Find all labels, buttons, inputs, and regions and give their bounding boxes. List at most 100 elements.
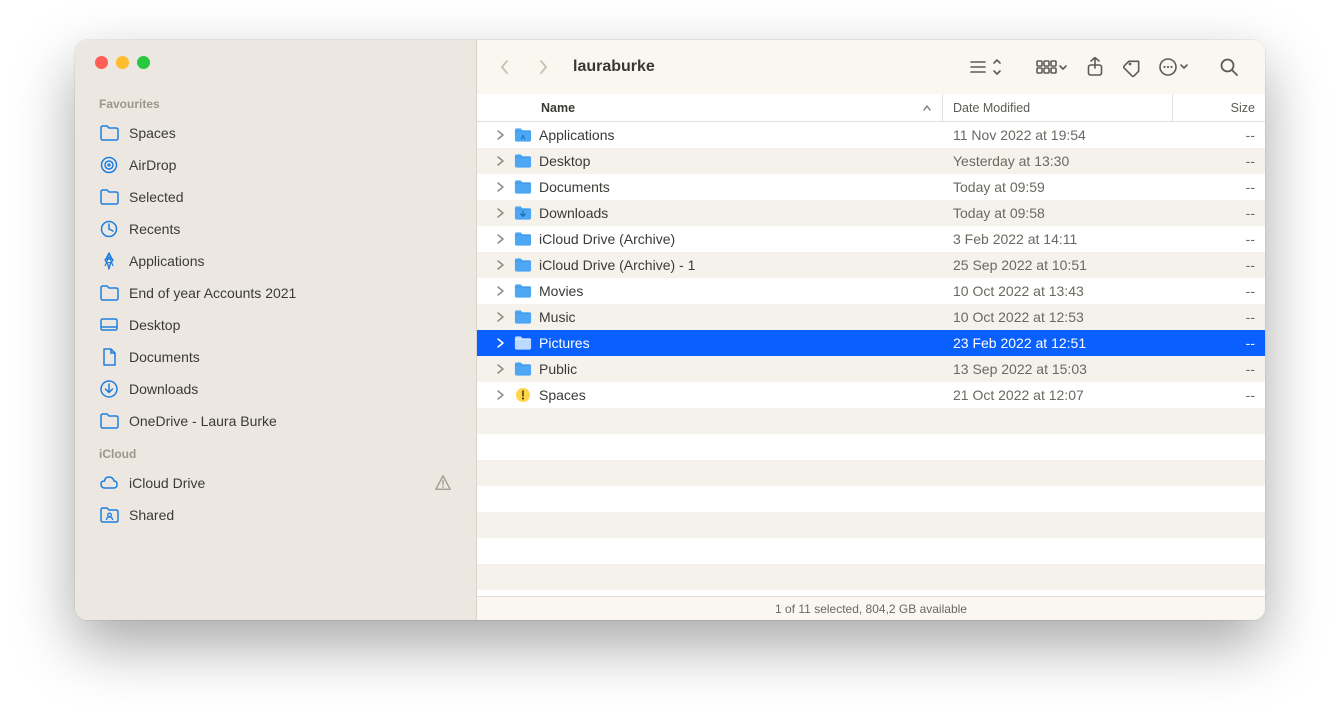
file-size: -- — [1173, 387, 1265, 403]
disclosure-triangle-icon[interactable] — [495, 389, 507, 401]
file-date: Today at 09:58 — [943, 205, 1173, 221]
file-name: Documents — [539, 179, 610, 195]
airdrop-icon — [99, 155, 119, 175]
file-size: -- — [1173, 179, 1265, 195]
action-menu-button[interactable] — [1153, 49, 1195, 85]
column-name-label: Name — [541, 101, 575, 115]
sidebar-item-downloads[interactable]: Downloads — [75, 373, 476, 405]
sidebar-item-airdrop[interactable]: AirDrop — [75, 149, 476, 181]
tags-button[interactable] — [1115, 49, 1151, 85]
column-header-date[interactable]: Date Modified — [943, 94, 1173, 121]
sidebar-item-spaces[interactable]: Spaces — [75, 117, 476, 149]
folder-icon — [513, 281, 533, 301]
apps-icon — [99, 251, 119, 271]
file-row[interactable]: A Applications 11 Nov 2022 at 19:54 -- — [477, 122, 1265, 148]
sidebar-item-label: Shared — [129, 507, 452, 523]
disclosure-triangle-icon[interactable] — [495, 311, 507, 323]
file-date: 11 Nov 2022 at 19:54 — [943, 127, 1173, 143]
sidebar-item-recents[interactable]: Recents — [75, 213, 476, 245]
main-pane: lauraburke — [477, 40, 1265, 620]
file-row[interactable]: iCloud Drive (Archive) 3 Feb 2022 at 14:… — [477, 226, 1265, 252]
column-header-size[interactable]: Size — [1173, 94, 1265, 121]
sidebar-item-label: Applications — [129, 253, 452, 269]
folder-icon — [99, 411, 119, 431]
sidebar-item-onedrive-laura-burke[interactable]: OneDrive - Laura Burke — [75, 405, 476, 437]
disclosure-triangle-icon[interactable] — [495, 207, 507, 219]
folder-icon — [513, 385, 533, 405]
disclosure-triangle-icon[interactable] — [495, 259, 507, 271]
sidebar-item-icloud-drive[interactable]: iCloud Drive — [75, 467, 476, 499]
disclosure-triangle-icon[interactable] — [495, 285, 507, 297]
column-header-name[interactable]: Name — [477, 94, 943, 121]
forward-button[interactable] — [525, 49, 561, 85]
minimize-window-button[interactable] — [116, 56, 129, 69]
file-date: 3 Feb 2022 at 14:11 — [943, 231, 1173, 247]
file-date: 13 Sep 2022 at 15:03 — [943, 361, 1173, 377]
folder-icon — [513, 333, 533, 353]
file-size: -- — [1173, 153, 1265, 169]
sidebar-item-desktop[interactable]: Desktop — [75, 309, 476, 341]
file-row[interactable]: Movies 10 Oct 2022 at 13:43 -- — [477, 278, 1265, 304]
shared-icon — [99, 505, 119, 525]
sidebar-item-end-of-year-accounts-2021[interactable]: End of year Accounts 2021 — [75, 277, 476, 309]
warning-icon — [434, 474, 452, 492]
document-icon — [99, 347, 119, 367]
sidebar-item-shared[interactable]: Shared — [75, 499, 476, 531]
folder-icon — [513, 151, 533, 171]
disclosure-triangle-icon[interactable] — [495, 233, 507, 245]
disclosure-triangle-icon[interactable] — [495, 181, 507, 193]
file-size: -- — [1173, 231, 1265, 247]
file-row[interactable]: Pictures 23 Feb 2022 at 12:51 -- — [477, 330, 1265, 356]
folder-icon: A — [513, 125, 533, 145]
file-date: 10 Oct 2022 at 12:53 — [943, 309, 1173, 325]
file-list[interactable]: A Applications 11 Nov 2022 at 19:54 -- D… — [477, 122, 1265, 596]
status-bar: 1 of 11 selected, 804,2 GB available — [477, 596, 1265, 620]
file-size: -- — [1173, 205, 1265, 221]
share-button[interactable] — [1077, 49, 1113, 85]
folder-icon — [99, 283, 119, 303]
file-row[interactable]: Public 13 Sep 2022 at 15:03 -- — [477, 356, 1265, 382]
file-name: Desktop — [539, 153, 590, 169]
file-size: -- — [1173, 309, 1265, 325]
file-row[interactable]: Music 10 Oct 2022 at 12:53 -- — [477, 304, 1265, 330]
disclosure-triangle-icon[interactable] — [495, 363, 507, 375]
back-button[interactable] — [487, 49, 523, 85]
toolbar: lauraburke — [477, 40, 1265, 94]
share-icon — [1086, 57, 1104, 77]
desktop-icon — [99, 315, 119, 335]
file-row[interactable]: Documents Today at 09:59 -- — [477, 174, 1265, 200]
folder-icon — [513, 255, 533, 275]
sidebar-item-selected[interactable]: Selected — [75, 181, 476, 213]
disclosure-triangle-icon[interactable] — [495, 129, 507, 141]
group-by-button[interactable] — [1029, 49, 1075, 85]
sidebar-item-applications[interactable]: Applications — [75, 245, 476, 277]
disclosure-triangle-icon[interactable] — [495, 337, 507, 349]
file-row[interactable]: Desktop Yesterday at 13:30 -- — [477, 148, 1265, 174]
sidebar: Favourites Spaces AirDrop Selected Recen… — [75, 40, 477, 620]
file-name: Pictures — [539, 335, 590, 351]
disclosure-triangle-icon[interactable] — [495, 155, 507, 167]
close-window-button[interactable] — [95, 56, 108, 69]
folder-icon — [513, 177, 533, 197]
sort-ascending-icon — [922, 103, 932, 113]
file-row[interactable]: Spaces 21 Oct 2022 at 12:07 -- — [477, 382, 1265, 408]
file-name: iCloud Drive (Archive) - 1 — [539, 257, 695, 273]
cloud-icon — [99, 473, 119, 493]
file-name: iCloud Drive (Archive) — [539, 231, 675, 247]
file-name: Downloads — [539, 205, 608, 221]
view-mode-button[interactable] — [961, 49, 1009, 85]
chevron-left-icon — [499, 58, 511, 76]
sidebar-item-label: End of year Accounts 2021 — [129, 285, 452, 301]
window-controls — [75, 56, 476, 87]
sidebar-item-label: Selected — [129, 189, 452, 205]
file-row[interactable]: Downloads Today at 09:58 -- — [477, 200, 1265, 226]
sidebar-section-label: Favourites — [75, 87, 476, 117]
sidebar-item-label: Documents — [129, 349, 452, 365]
search-button[interactable] — [1211, 49, 1247, 85]
file-size: -- — [1173, 283, 1265, 299]
file-row[interactable]: iCloud Drive (Archive) - 1 25 Sep 2022 a… — [477, 252, 1265, 278]
sidebar-item-documents[interactable]: Documents — [75, 341, 476, 373]
fullscreen-window-button[interactable] — [137, 56, 150, 69]
sidebar-item-label: iCloud Drive — [129, 475, 424, 491]
file-size: -- — [1173, 257, 1265, 273]
